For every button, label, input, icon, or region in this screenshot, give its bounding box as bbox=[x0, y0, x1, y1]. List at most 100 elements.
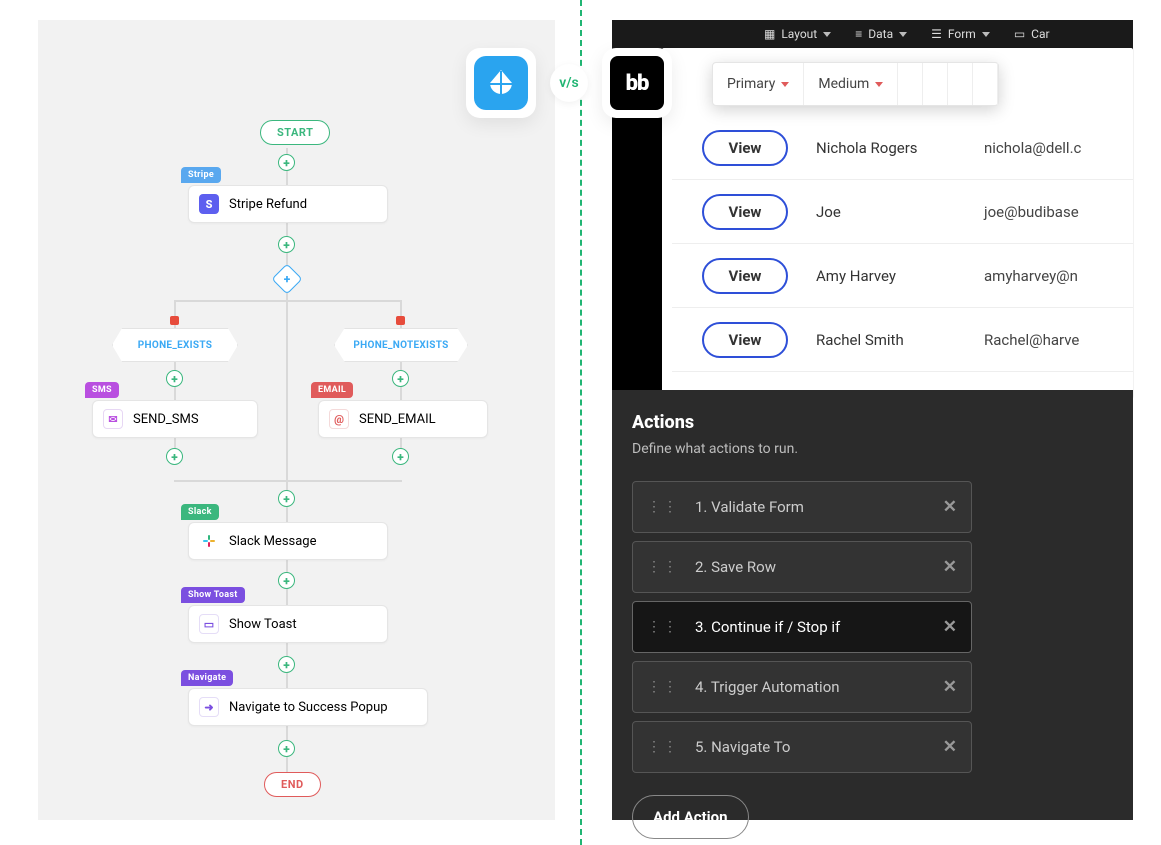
node-tag: Stripe bbox=[181, 167, 221, 183]
remove-action-icon[interactable]: ✕ bbox=[943, 677, 957, 697]
node-stripe-refund[interactable]: Stripe S Stripe Refund bbox=[188, 185, 388, 223]
node-navigate[interactable]: Navigate ➜ Navigate to Success Popup bbox=[188, 688, 428, 726]
node-tag: Show Toast bbox=[181, 587, 245, 603]
action-item[interactable]: ⋮⋮ 2. Save Row ✕ bbox=[632, 541, 972, 593]
menu-data[interactable]: ≡Data bbox=[843, 27, 919, 41]
drag-handle-icon[interactable]: ⋮⋮ bbox=[647, 619, 679, 635]
left-product-logo bbox=[466, 48, 536, 118]
node-tag: Navigate bbox=[181, 670, 233, 686]
table-row: View Nichola Rogers nichola@dell.c bbox=[672, 116, 1133, 180]
node-send-sms[interactable]: SMS ✉ SEND_SMS bbox=[92, 400, 258, 438]
actions-panel: Actions Define what actions to run. ⋮⋮ 1… bbox=[612, 390, 1133, 820]
visibility-toggle-icon[interactable] bbox=[898, 63, 923, 105]
chevron-down-icon bbox=[875, 82, 883, 87]
table-row: View Joe joe@budibase bbox=[672, 180, 1133, 244]
node-label: Stripe Refund bbox=[229, 197, 307, 212]
add-step-button[interactable]: + bbox=[278, 656, 295, 673]
branch-phone-notexists[interactable]: PHONE_NOTEXISTS bbox=[334, 328, 468, 362]
chevron-down-icon bbox=[982, 32, 990, 37]
add-step-button[interactable]: + bbox=[166, 448, 183, 465]
add-step-button[interactable]: + bbox=[278, 490, 295, 507]
start-node[interactable]: START bbox=[260, 120, 330, 145]
right-product-logo: bb bbox=[602, 48, 672, 118]
dronahq-icon bbox=[474, 56, 528, 110]
node-send-email[interactable]: EMAIL @ SEND_EMAIL bbox=[318, 400, 488, 438]
table-row: View Amy Harvey amyharvey@n bbox=[672, 244, 1133, 308]
drag-handle-icon[interactable]: ⋮⋮ bbox=[647, 679, 679, 695]
node-label: Show Toast bbox=[229, 617, 297, 632]
chevron-down-icon bbox=[899, 32, 907, 37]
cell-name: Nichola Rogers bbox=[788, 139, 956, 157]
cell-name: Joe bbox=[788, 203, 956, 221]
menu-layout[interactable]: ▦Layout bbox=[752, 27, 843, 41]
add-step-button[interactable]: + bbox=[166, 370, 183, 387]
branch-node[interactable]: + bbox=[271, 263, 302, 294]
chevron-down-icon bbox=[781, 82, 789, 87]
action-label: 5. Navigate To bbox=[695, 738, 790, 756]
comparison-logos: v/s bb bbox=[438, 48, 700, 118]
view-button[interactable]: View bbox=[702, 258, 788, 294]
add-step-button[interactable]: + bbox=[392, 370, 409, 387]
table-row: View Rachel Smith Rachel@harve bbox=[672, 308, 1133, 372]
flow-canvas[interactable]: START + Stripe S Stripe Refund + + PHONE… bbox=[38, 20, 555, 820]
node-label: SEND_EMAIL bbox=[359, 412, 436, 427]
add-step-button[interactable]: + bbox=[278, 572, 295, 589]
drag-handle-icon[interactable]: ⋮⋮ bbox=[647, 739, 679, 755]
cell-name: Amy Harvey bbox=[788, 267, 956, 285]
remove-action-icon[interactable]: ✕ bbox=[943, 497, 957, 517]
node-show-toast[interactable]: Show Toast ▭ Show Toast bbox=[188, 605, 388, 643]
duplicate-icon[interactable] bbox=[948, 63, 973, 105]
primary-dropdown[interactable]: Primary bbox=[713, 63, 804, 105]
drag-handle-icon[interactable]: ⋮⋮ bbox=[647, 559, 679, 575]
node-label: SEND_SMS bbox=[133, 412, 199, 427]
action-item-selected[interactable]: ⋮⋮ 3. Continue if / Stop if ✕ bbox=[632, 601, 972, 653]
node-tag: SMS bbox=[85, 382, 119, 398]
toast-icon: ▭ bbox=[199, 614, 219, 634]
cell-email: joe@budibase bbox=[956, 203, 1124, 221]
flow-connector bbox=[174, 300, 402, 302]
action-item[interactable]: ⋮⋮ 1. Validate Form ✕ bbox=[632, 481, 972, 533]
node-tag: Slack bbox=[181, 504, 219, 520]
right-comparison-panel: ▦Layout ≡Data ☰Form ▭Car Primary Medium … bbox=[612, 20, 1133, 820]
left-comparison-panel: START + Stripe S Stripe Refund + + PHONE… bbox=[38, 20, 555, 820]
action-item[interactable]: ⋮⋮ 4. Trigger Automation ✕ bbox=[632, 661, 972, 713]
drag-handle-icon[interactable]: ⋮⋮ bbox=[647, 499, 679, 515]
view-button[interactable]: View bbox=[702, 322, 788, 358]
delete-branch-icon[interactable] bbox=[170, 316, 179, 325]
action-item[interactable]: ⋮⋮ 5. Navigate To ✕ bbox=[632, 721, 972, 773]
actions-title: Actions bbox=[632, 412, 1113, 433]
cell-email: Rachel@harve bbox=[956, 331, 1124, 349]
branch-phone-exists[interactable]: PHONE_EXISTS bbox=[112, 328, 238, 362]
menu-card[interactable]: ▭Car bbox=[1002, 27, 1062, 41]
end-node[interactable]: END bbox=[264, 772, 321, 797]
remove-action-icon[interactable]: ✕ bbox=[943, 557, 957, 577]
chevron-down-icon bbox=[823, 32, 831, 37]
delete-icon[interactable] bbox=[973, 63, 998, 105]
node-label: Slack Message bbox=[229, 534, 317, 549]
add-step-button[interactable]: + bbox=[278, 236, 295, 253]
cell-name: Rachel Smith bbox=[788, 331, 956, 349]
add-action-button[interactable]: Add Action bbox=[632, 795, 749, 839]
action-label: 1. Validate Form bbox=[695, 498, 804, 516]
view-button[interactable]: View bbox=[702, 194, 788, 230]
cell-email: nichola@dell.c bbox=[956, 139, 1124, 157]
delete-branch-icon[interactable] bbox=[396, 316, 405, 325]
add-step-button[interactable]: + bbox=[392, 448, 409, 465]
remove-action-icon[interactable]: ✕ bbox=[943, 737, 957, 757]
view-button[interactable]: View bbox=[702, 130, 788, 166]
add-step-button[interactable]: + bbox=[278, 740, 295, 757]
actions-subtitle: Define what actions to run. bbox=[632, 441, 1113, 457]
comparison-divider bbox=[580, 0, 582, 845]
remove-action-icon[interactable]: ✕ bbox=[943, 617, 957, 637]
size-dropdown[interactable]: Medium bbox=[804, 63, 898, 105]
stripe-icon: S bbox=[199, 194, 219, 214]
node-slack-message[interactable]: Slack Slack Message bbox=[188, 522, 388, 560]
sms-icon: ✉ bbox=[103, 409, 123, 429]
slack-icon bbox=[199, 531, 219, 551]
node-label: Navigate to Success Popup bbox=[229, 700, 388, 715]
settings-icon[interactable] bbox=[923, 63, 948, 105]
add-step-button[interactable]: + bbox=[278, 154, 295, 171]
action-label: 3. Continue if / Stop if bbox=[695, 618, 840, 636]
menu-form[interactable]: ☰Form bbox=[919, 27, 1002, 41]
email-icon: @ bbox=[329, 409, 349, 429]
